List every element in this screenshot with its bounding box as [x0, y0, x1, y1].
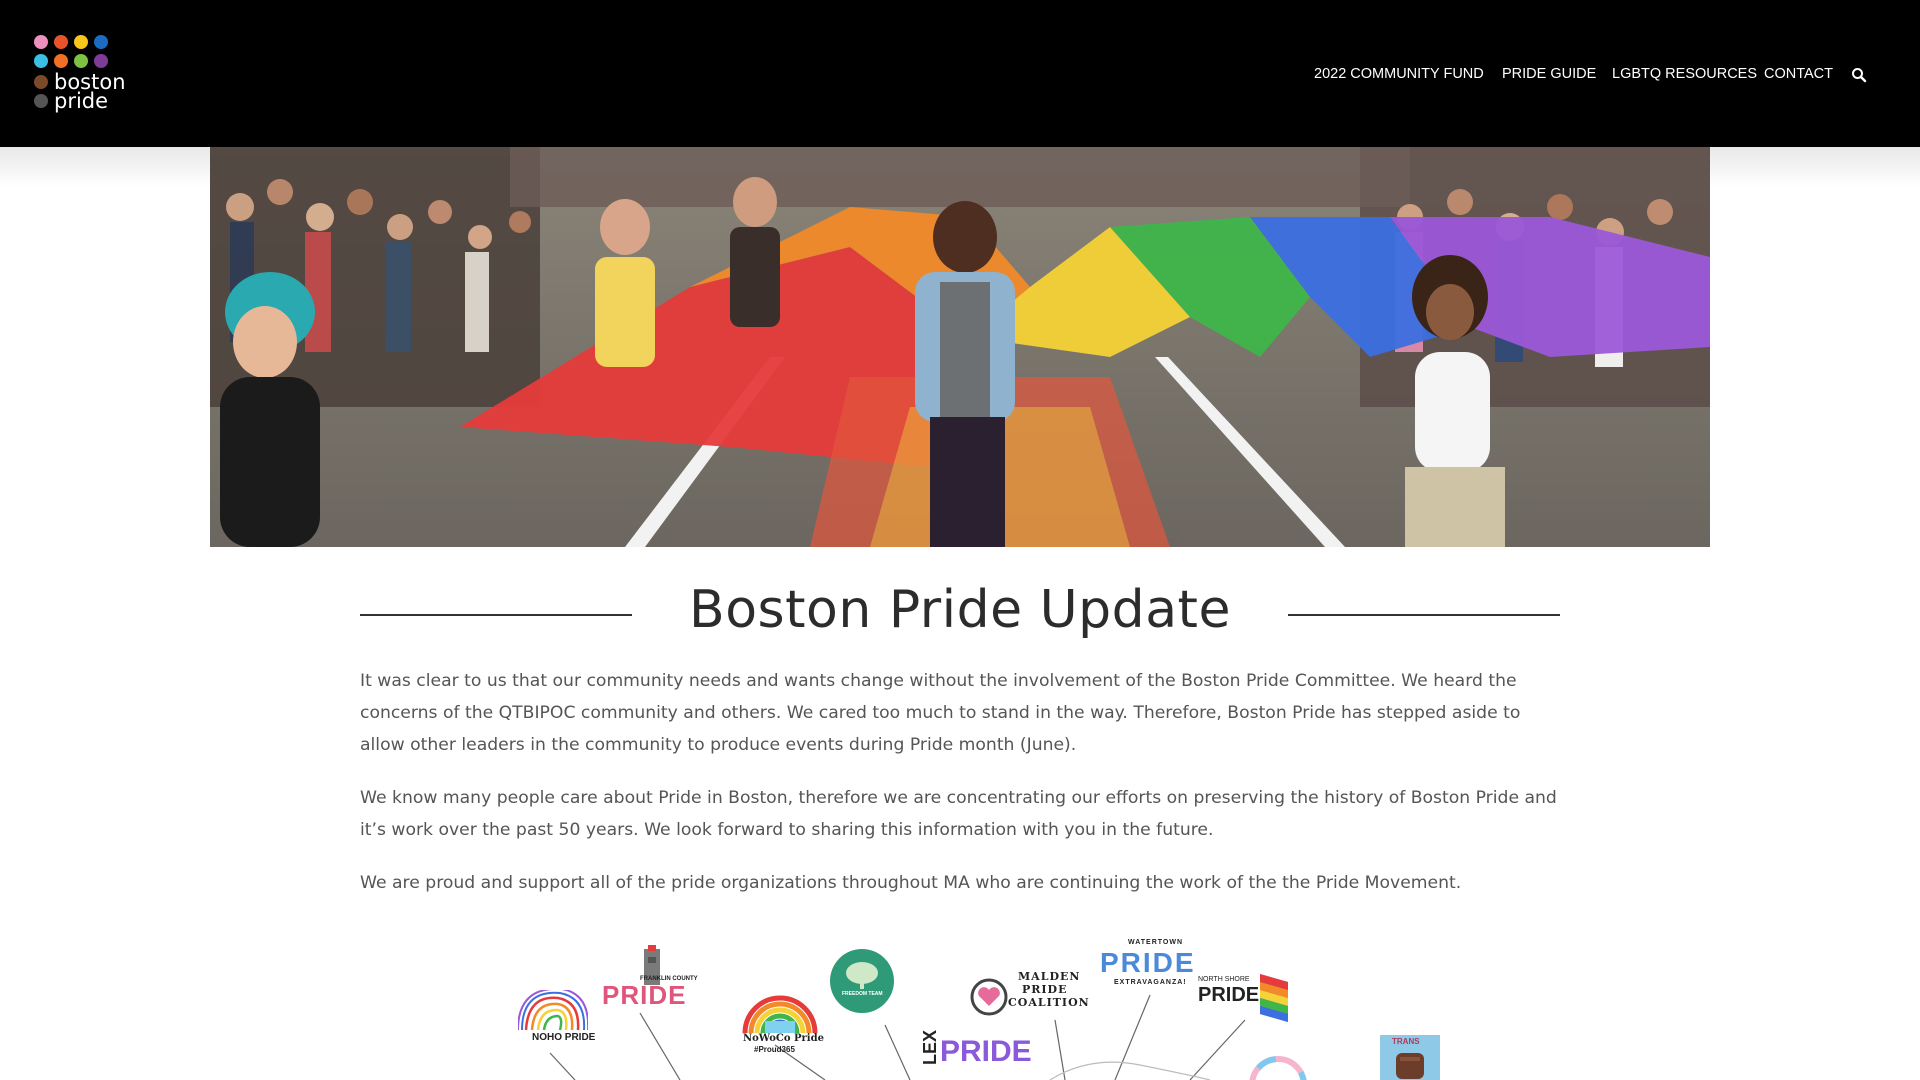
lex-pride-logo[interactable]: LEX PRIDE: [920, 1030, 1032, 1070]
trans-label: TRANS: [1392, 1037, 1420, 1046]
franklin-county-pride-logo[interactable]: FRANKLIN COUNTY PRIDE: [602, 945, 698, 1015]
nowoco-hashtag: #Proud365: [754, 1045, 795, 1054]
malden-label-3: COALITION: [1008, 996, 1090, 1009]
logo-dot: [34, 94, 48, 108]
north-shore-top-label: NORTH SHORE: [1198, 976, 1250, 983]
north-shore-pride-logo[interactable]: NORTH SHORE PRIDE: [1198, 970, 1298, 1025]
paragraph-3: We are proud and support all of the prid…: [360, 873, 1462, 893]
freedom-team-label: FREEDOM TEAM: [842, 991, 883, 997]
malden-pride-coalition-logo[interactable]: MALDEN PRIDE COALITION: [970, 970, 1100, 1020]
freedom-team-logo[interactable]: FREEDOM TEAM: [830, 949, 894, 1013]
franklin-pride-label: PRIDE: [602, 980, 687, 1010]
heart-icon: [970, 978, 1008, 1016]
watertown-sub-label: EXTRAVAGANZA!: [1114, 979, 1187, 986]
trans-logo[interactable]: TRANS: [1380, 1035, 1440, 1080]
org-logo-partial[interactable]: [1248, 1055, 1308, 1080]
rainbow-icon: [742, 995, 818, 1033]
malden-label-2: PRIDE: [1022, 983, 1068, 996]
logo-text-pride: pride: [54, 89, 109, 113]
site-header: boston pride 2022 COMMUNITY FUND PRIDE G…: [0, 0, 1920, 147]
watertown-pride-logo[interactable]: WATERTOWN PRIDE EXTRAVAGANZA!: [1100, 939, 1210, 989]
lex-pride-label: PRIDE: [940, 1035, 1032, 1068]
nav-item-community-fund[interactable]: 2022 COMMUNITY FUND: [1314, 66, 1484, 82]
nav-item-lgbtq-resources[interactable]: LGBTQ RESOURCES: [1612, 66, 1757, 82]
logo-dot: [94, 35, 108, 49]
search-icon[interactable]: [1851, 67, 1867, 83]
title-row: Boston Pride Update: [360, 580, 1560, 650]
logo-dot: [34, 75, 48, 89]
logo-dot: [34, 54, 48, 68]
watertown-pride-label: PRIDE: [1100, 947, 1196, 978]
rainbow-arc-icon: [518, 990, 588, 1031]
watertown-top-label: WATERTOWN: [1128, 939, 1184, 946]
nav-item-contact[interactable]: CONTACT: [1764, 66, 1833, 82]
tree-icon: [846, 962, 878, 989]
ring-icon: [1249, 1056, 1307, 1080]
pride-organizations-map: NOHO PRIDE FRANKLIN COUNTY PRIDE NoWoCo …: [490, 935, 1450, 1080]
lex-label: LEX: [920, 1029, 940, 1065]
nowoco-label: NoWoCo Pride: [743, 1033, 824, 1044]
logo-dot: [74, 54, 88, 68]
noho-pride-label: NOHO PRIDE: [532, 1032, 596, 1043]
noho-pride-logo[interactable]: NOHO PRIDE: [510, 990, 600, 1050]
paragraph-1: It was clear to us that our community ne…: [360, 671, 1521, 755]
logo-dot: [54, 54, 68, 68]
nav-item-pride-guide[interactable]: PRIDE GUIDE: [1502, 66, 1596, 82]
logo-dot: [74, 35, 88, 49]
hero-image: [210, 147, 1710, 547]
nowoco-pride-logo[interactable]: NoWoCo Pride #Proud365: [740, 993, 830, 1054]
rainbow-flag-icon: [1260, 974, 1288, 1022]
logo-dot: [94, 54, 108, 68]
logo-dot: [34, 35, 48, 49]
boston-pride-logo[interactable]: boston pride: [34, 35, 134, 113]
paragraph-2: We know many people care about Pride in …: [360, 788, 1557, 840]
fist-icon: [1396, 1053, 1424, 1079]
north-shore-pride-label: PRIDE: [1198, 984, 1260, 1006]
malden-label-1: MALDEN: [1018, 970, 1081, 983]
logo-dot: [54, 35, 68, 49]
parade-illustration: [210, 147, 1710, 547]
page-title: Boston Pride Update: [689, 580, 1231, 640]
